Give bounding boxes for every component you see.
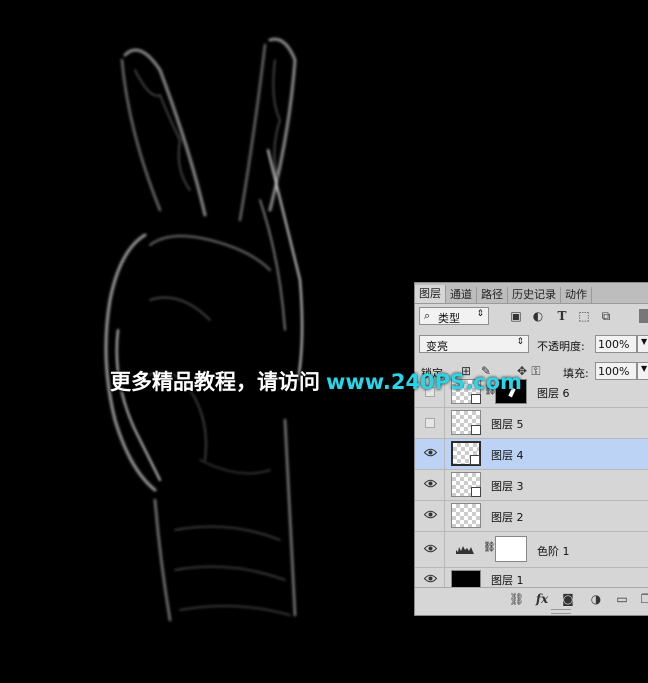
layer-name[interactable]: 图层 6 [537, 385, 570, 401]
filter-toggle[interactable] [639, 309, 648, 323]
layer-name[interactable]: 图层 2 [491, 509, 524, 525]
layer-name[interactable]: 图层 1 [491, 572, 524, 588]
link-icon[interactable]: ⛓ [509, 592, 524, 606]
layer-list: ⛓ 图层 6 图层 5 图层 4 图层 3 图层 2 ⛓ 色阶 1 图层 1 [415, 379, 648, 599]
eye-icon[interactable] [424, 574, 437, 583]
fill-dropdown-button[interactable]: ▼ [637, 362, 648, 380]
eye-icon[interactable] [424, 544, 437, 553]
hand-peace-sign-image [104, 37, 304, 622]
opacity-label: 不透明度: [537, 340, 585, 353]
fill-input[interactable]: 100% [595, 362, 637, 380]
layer-row-adjustment[interactable]: ⛓ 色阶 1 [415, 532, 648, 568]
tab-history[interactable]: 历史记录 [508, 287, 561, 303]
eye-icon[interactable] [424, 448, 437, 457]
filter-type-icon[interactable]: T [555, 309, 569, 323]
layer-row[interactable]: 图层 3 [415, 470, 648, 501]
filter-adjustment-icon[interactable]: ◐ [531, 309, 545, 323]
panel-bottom-toolbar: ⛓ fx ◙ ◑ ▭ ❐ [415, 587, 648, 610]
eye-icon[interactable] [424, 510, 437, 519]
chevron-down-icon: ▼ [641, 364, 648, 373]
visibility-column [415, 532, 445, 567]
visibility-column [415, 501, 445, 531]
opacity-dropdown-button[interactable]: ▼ [637, 335, 648, 353]
layer-name[interactable]: 图层 3 [491, 478, 524, 494]
layer-filter-row: ⌕ 类型 ⇕ ▣ ◐ T ⬚ ⧉ [415, 305, 648, 329]
watermark-chinese: 更多精品教程，请访问 [110, 370, 320, 394]
adjustment-icon[interactable]: ◑ [589, 592, 603, 606]
layers-panel: 图层 通道 路径 历史记录 动作 ⌕ 类型 ⇕ ▣ ◐ T ⬚ ⧉ 变亮 ⇕ 不… [414, 282, 648, 616]
visibility-column [415, 470, 445, 500]
fx-icon[interactable]: fx [535, 592, 549, 606]
lock-all-icon[interactable]: ⚿ [529, 364, 543, 378]
blend-mode-value: 变亮 [426, 340, 448, 353]
layer-thumbnail [451, 410, 481, 435]
filter-shape-icon[interactable]: ⬚ [577, 309, 591, 323]
filter-kind-select[interactable]: ⌕ 类型 ⇕ [419, 307, 489, 325]
tab-layers[interactable]: 图层 [415, 285, 446, 303]
folder-icon[interactable]: ▭ [615, 592, 629, 606]
visibility-column [415, 408, 445, 438]
layer-name[interactable]: 色阶 1 [537, 543, 570, 559]
filter-pixel-icon[interactable]: ▣ [509, 309, 523, 323]
chevron-updown-icon: ⇕ [516, 337, 524, 347]
smart-object-icon [471, 487, 481, 497]
resize-grip[interactable] [551, 609, 571, 614]
visibility-column [415, 439, 445, 469]
layer-thumbnail [451, 503, 481, 528]
watermark-text: 更多精品教程，请访问 www.240PS.com [110, 366, 522, 396]
layer-row[interactable]: 图层 5 [415, 408, 648, 439]
blend-mode-row: 变亮 ⇕ 不透明度: 100% ▼ [415, 333, 648, 357]
smart-object-icon [470, 455, 480, 465]
tab-channels[interactable]: 通道 [446, 287, 477, 303]
filter-kind-label: 类型 [438, 312, 460, 325]
layer-row[interactable]: 图层 2 [415, 501, 648, 532]
layer-name[interactable]: 图层 5 [491, 416, 524, 432]
chevron-updown-icon: ⇕ [476, 309, 484, 319]
link-chain-icon: ⛓ [483, 542, 496, 553]
watermark-url: www.240PS.com [326, 370, 522, 394]
blend-mode-select[interactable]: 变亮 ⇕ [419, 335, 529, 353]
eye-icon[interactable] [424, 479, 437, 488]
chevron-down-icon: ▼ [641, 337, 648, 346]
filter-smartobject-icon[interactable]: ⧉ [599, 309, 613, 323]
search-icon: ⌕ [424, 309, 431, 322]
new-layer-icon[interactable]: ❐ [639, 592, 648, 606]
opacity-input[interactable]: 100% [595, 335, 637, 353]
visibility-toggle[interactable] [425, 418, 435, 428]
opacity-value: 100% [598, 338, 630, 351]
mask-icon[interactable]: ◙ [561, 592, 575, 606]
tab-paths[interactable]: 路径 [477, 287, 508, 303]
layer-row-selected[interactable]: 图层 4 [415, 439, 648, 470]
levels-histogram-icon [456, 546, 474, 554]
adjustment-mask-thumbnail[interactable] [495, 536, 527, 562]
layer-name[interactable]: 图层 4 [491, 447, 524, 463]
layer-thumbnail [451, 472, 481, 497]
panel-tab-bar: 图层 通道 路径 历史记录 动作 [415, 283, 648, 304]
layer-thumbnail [451, 441, 481, 466]
tab-actions[interactable]: 动作 [561, 287, 592, 303]
smart-object-icon [471, 425, 481, 435]
fill-value: 100% [598, 365, 630, 378]
